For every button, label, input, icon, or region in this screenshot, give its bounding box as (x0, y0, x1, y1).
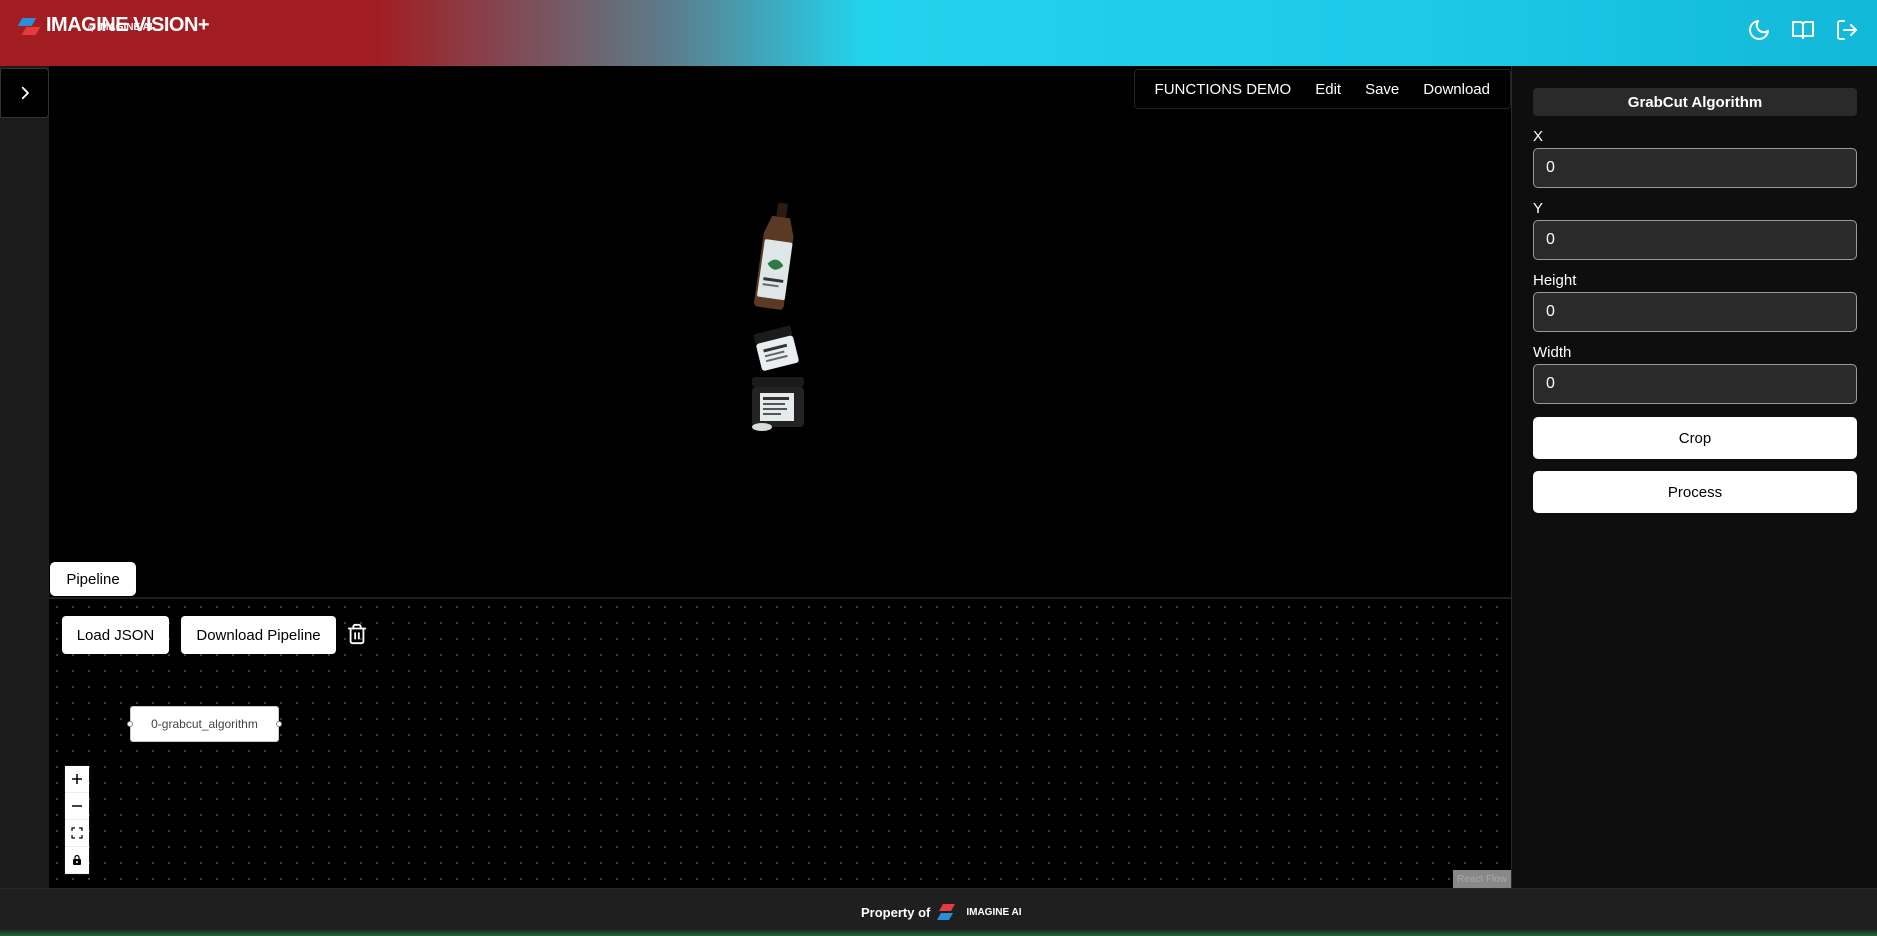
book-icon[interactable] (1791, 18, 1815, 42)
panel-title: GrabCut Algorithm (1533, 88, 1857, 116)
x-label: X (1533, 128, 1544, 145)
brand-mark-icon (17, 18, 42, 36)
left-sidebar (0, 66, 49, 888)
lock-button[interactable] (65, 847, 89, 874)
fit-view-icon (71, 827, 83, 839)
canvas-menu: FUNCTIONS DEMO Edit Save Download (1133, 69, 1511, 109)
height-label: Height (1533, 272, 1577, 289)
plus-icon (72, 774, 82, 784)
width-input[interactable] (1533, 364, 1857, 404)
node-output-handle[interactable] (276, 721, 282, 727)
height-input[interactable] (1533, 292, 1857, 332)
react-flow-attribution[interactable]: React Flow (1453, 870, 1511, 888)
menu-save[interactable]: Save (1357, 81, 1407, 98)
footer-accent-line (0, 929, 1877, 936)
menu-functions-demo[interactable]: FUNCTIONS DEMO (1147, 81, 1300, 98)
lock-icon (73, 854, 81, 865)
minus-icon (72, 805, 82, 807)
y-label: Y (1533, 200, 1544, 217)
trash-icon[interactable] (346, 623, 368, 645)
download-pipeline-button[interactable]: Download Pipeline (181, 616, 336, 654)
app-header: IMAGINE VISION+ by IMAGINE AI (0, 0, 1877, 66)
menu-download[interactable]: Download (1415, 81, 1498, 98)
properties-panel: GrabCut Algorithm X Y Height Width Crop … (1511, 66, 1877, 888)
tab-pipeline[interactable]: Pipeline (50, 562, 136, 596)
menu-edit[interactable]: Edit (1307, 81, 1349, 98)
width-label: Width (1533, 344, 1572, 361)
footer-logo-text: IMAGINE AI (966, 906, 1022, 918)
chevron-right-icon (21, 86, 29, 100)
zoom-in-button[interactable] (65, 766, 89, 793)
image-canvas: FUNCTIONS DEMO Edit Save Download (49, 66, 1511, 597)
app-footer: Property of IMAGINE AI (0, 888, 1877, 936)
pipeline-node[interactable]: 0-grabcut_algorithm (127, 706, 282, 742)
fit-view-button[interactable] (65, 820, 89, 847)
footer-text: Property of (861, 904, 931, 920)
node-input-handle[interactable] (127, 721, 133, 727)
sidebar-toggle-button[interactable] (0, 68, 49, 118)
crop-button[interactable]: Crop (1533, 417, 1857, 459)
load-json-button[interactable]: Load JSON (62, 616, 169, 654)
y-input[interactable] (1533, 220, 1857, 260)
logout-icon[interactable] (1835, 18, 1859, 42)
node-label: 0-grabcut_algorithm (151, 717, 258, 731)
zoom-out-button[interactable] (65, 793, 89, 820)
footer-logo-icon (937, 902, 958, 922)
moon-icon[interactable] (1747, 18, 1771, 42)
process-button[interactable]: Process (1533, 471, 1857, 513)
product-image (752, 202, 804, 431)
flow-controls (65, 766, 89, 874)
pipeline-flow-editor[interactable]: Load JSON Download Pipeline 0-grabcut_al… (49, 598, 1511, 888)
x-input[interactable] (1533, 148, 1857, 188)
brand-subtitle: by IMAGINE AI (88, 22, 153, 33)
